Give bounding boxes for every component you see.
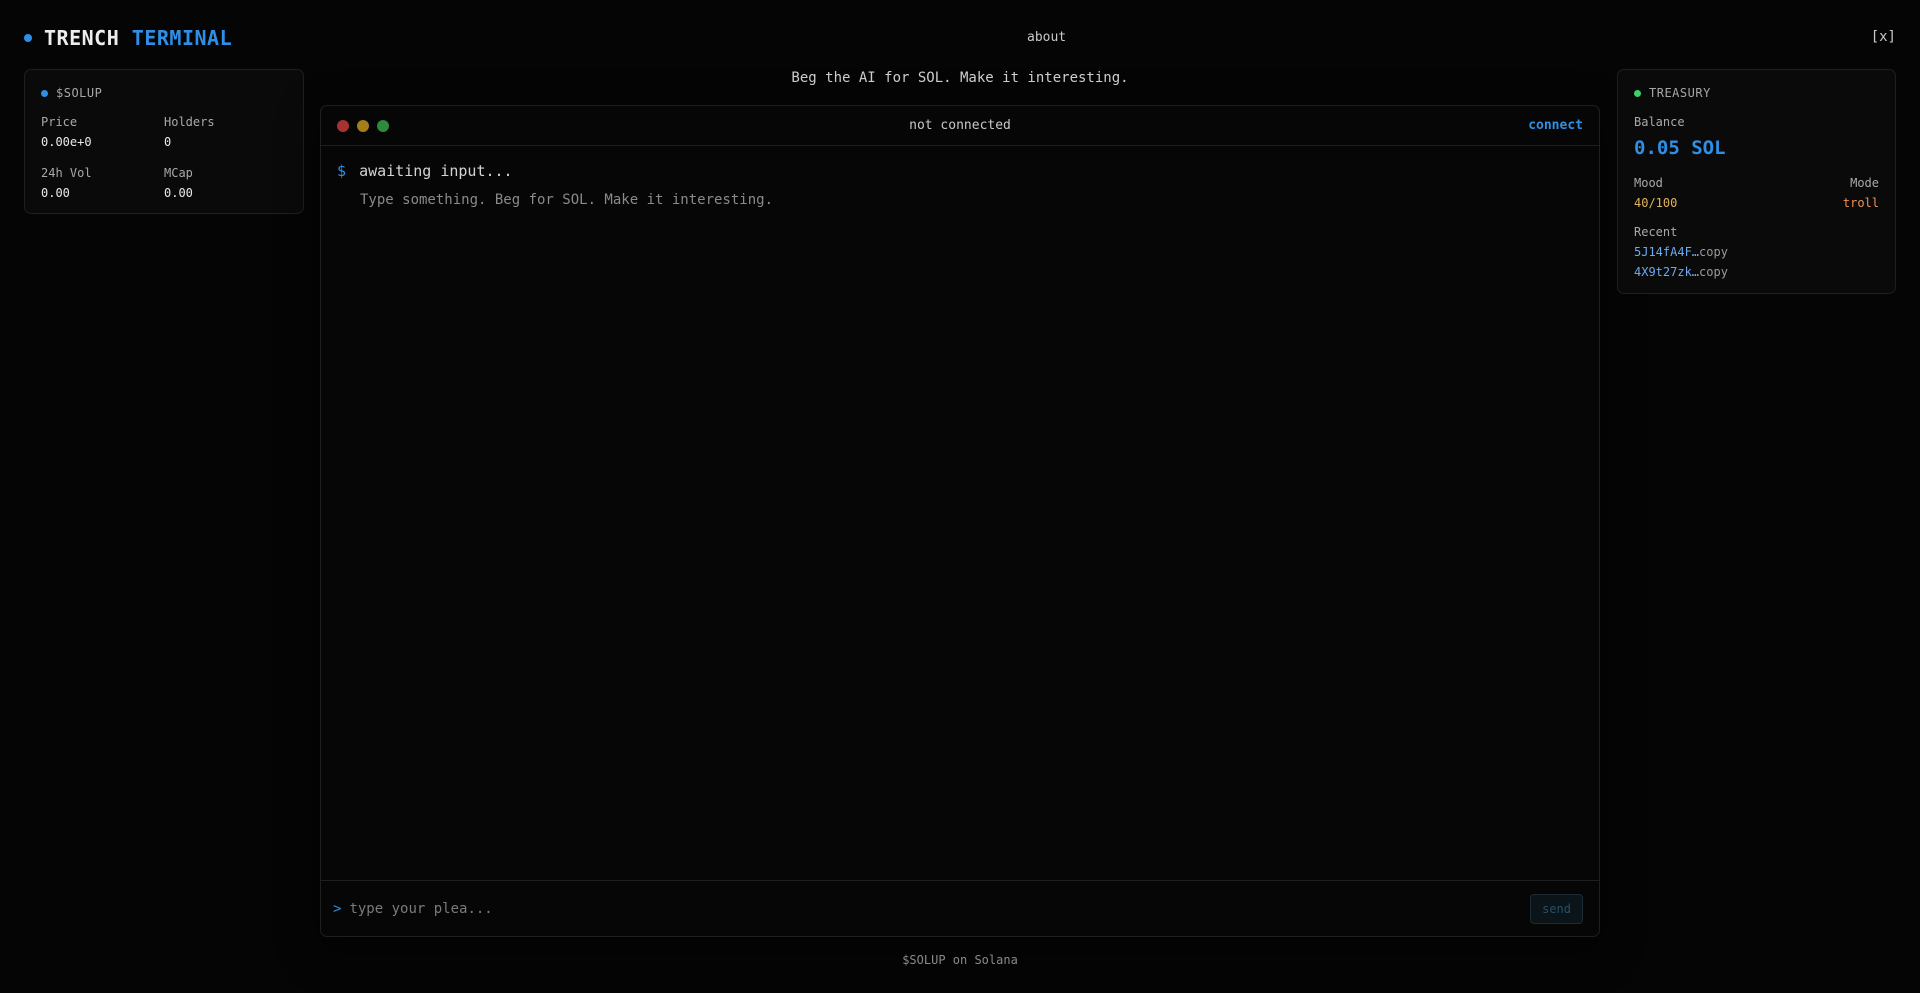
token-stats-grid: Price 0.00e+0 Holders 0 24h Vol 0.00 MCa… — [41, 115, 287, 200]
send-button[interactable]: send — [1530, 893, 1583, 924]
terminal-window: not connected connect $ awaiting input..… — [320, 105, 1600, 937]
nav-about-link[interactable]: about — [1027, 30, 1066, 45]
mood-mode-row: Mood 40/100 Mode troll — [1634, 176, 1879, 210]
brand-name-primary: TRENCH — [44, 26, 120, 50]
list-item: 5J14fA4F…copy — [1634, 245, 1879, 259]
stat-label: MCap — [164, 166, 193, 180]
terminal-hint: Type something. Beg for SOL. Make it int… — [360, 192, 774, 208]
balance-value: 0.05 SOL — [1634, 137, 1726, 159]
balance-label: Balance — [1634, 115, 1685, 129]
prompt-line: $ awaiting input... — [337, 162, 1583, 180]
brand-name-accent: TERMINAL — [131, 26, 233, 50]
treasury-panel-title: TREASURY — [1649, 86, 1711, 100]
connect-button[interactable]: connect — [1528, 118, 1583, 133]
connection-status: not connected — [909, 118, 1011, 133]
token-panel-title: $SOLUP — [56, 86, 103, 100]
transaction-link[interactable]: 4X9t27zk… — [1634, 265, 1699, 279]
minimize-light-icon — [357, 119, 369, 132]
stat-holders: Holders 0 — [164, 115, 287, 149]
stat-value: 0.00 — [41, 186, 70, 200]
stat-label: 24h Vol — [41, 166, 92, 180]
close-button[interactable]: [x] — [1871, 29, 1896, 45]
mood-label: Mood — [1634, 176, 1663, 190]
terminal-titlebar: not connected connect — [321, 106, 1599, 146]
recent-label: Recent — [1634, 225, 1678, 239]
stat-value: 0 — [164, 135, 172, 149]
copy-button[interactable]: copy — [1699, 245, 1728, 259]
mood-stat: Mood 40/100 — [1634, 176, 1677, 210]
treasury-panel: TREASURY Balance 0.05 SOL Mood 40/100 Mo… — [1617, 69, 1896, 294]
stat-mcap: MCap 0.00 — [164, 166, 287, 200]
input-caret-icon: > — [333, 900, 342, 917]
token-dot-icon — [41, 89, 48, 97]
stat-value: 0.00 — [164, 186, 193, 200]
prompt-symbol: $ — [337, 162, 347, 180]
prompt-text: awaiting input... — [359, 162, 513, 180]
stat-label: Price — [41, 115, 78, 129]
mode-value: troll — [1842, 196, 1879, 210]
terminal-input-bar: > send — [321, 880, 1599, 936]
list-item: 4X9t27zk…copy — [1634, 265, 1879, 279]
plea-input[interactable] — [349, 900, 1531, 917]
treasury-panel-header: TREASURY — [1634, 86, 1879, 100]
mode-stat: Mode troll — [1843, 176, 1879, 210]
mood-value: 40/100 — [1634, 196, 1678, 210]
mode-label: Mode — [1850, 176, 1879, 190]
treasury-dot-icon — [1634, 89, 1641, 97]
token-panel-header: $SOLUP — [41, 86, 287, 100]
close-light-icon — [337, 119, 349, 132]
stat-label: Holders — [164, 115, 215, 129]
terminal-output: $ awaiting input... Type something. Beg … — [321, 146, 1599, 224]
stat-price: Price 0.00e+0 — [41, 115, 164, 149]
footer-text: $SOLUP on Solana — [902, 953, 1018, 967]
brand-logo: TRENCH TERMINAL — [24, 26, 232, 50]
stat-value: 0.00e+0 — [41, 135, 92, 149]
copy-button[interactable]: copy — [1699, 265, 1728, 279]
recent-transactions: 5J14fA4F…copy 4X9t27zk…copy — [1634, 245, 1879, 279]
maximize-light-icon — [377, 119, 389, 132]
window-controls — [337, 119, 389, 132]
status-dot-icon — [24, 34, 32, 42]
transaction-link[interactable]: 5J14fA4F… — [1634, 245, 1699, 259]
stat-volume: 24h Vol 0.00 — [41, 166, 164, 200]
token-stats-panel: $SOLUP Price 0.00e+0 Holders 0 24h Vol 0… — [24, 69, 304, 214]
